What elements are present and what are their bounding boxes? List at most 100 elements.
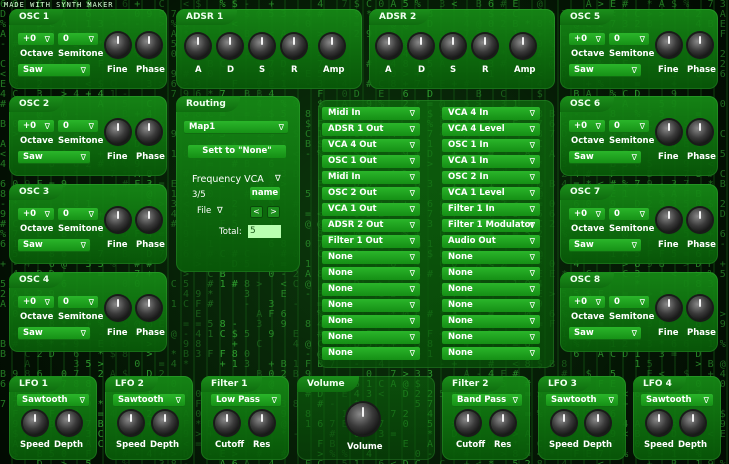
route-select[interactable]: None ∇ (322, 283, 420, 296)
prev-button[interactable]: < (250, 206, 263, 218)
route-select[interactable]: Filter 1 In ∇ (442, 203, 540, 216)
next-button[interactable]: > (267, 206, 280, 218)
filter1-res-knob[interactable] (250, 411, 274, 435)
lfo-wave-select[interactable]: Sawtooth ∇ (17, 394, 89, 407)
semitone-select[interactable]: 0 ∇ (58, 296, 98, 309)
route-select[interactable]: VCA 4 Level ∇ (442, 123, 540, 136)
fine-knob[interactable] (657, 33, 681, 57)
octave-select[interactable]: +0 ∇ (569, 33, 605, 46)
phase-knob[interactable] (137, 33, 161, 57)
semitone-select[interactable]: 0 ∇ (609, 296, 649, 309)
lfo-wave-select[interactable]: Sawtooth ∇ (546, 394, 618, 407)
semitone-select[interactable]: 0 ∇ (609, 33, 649, 46)
filter1-cutoff-knob[interactable] (215, 411, 239, 435)
lfo-depth-knob[interactable] (153, 411, 177, 435)
route-select[interactable]: VCA 1 Out ∇ (322, 203, 420, 216)
route-select[interactable]: OSC 2 Out ∇ (322, 187, 420, 200)
waveform-select[interactable]: Saw ∇ (18, 327, 90, 340)
semitone-select[interactable]: 0 ∇ (58, 120, 98, 133)
adsr1-sustain-knob[interactable] (250, 34, 274, 58)
route-select[interactable]: ADSR 2 Out ∇ (322, 219, 420, 232)
route-select[interactable]: None ∇ (322, 299, 420, 312)
filter1-type-select[interactable]: Low Pass ∇ (211, 394, 281, 407)
route-select[interactable]: None ∇ (322, 315, 420, 328)
route-select[interactable]: None ∇ (442, 331, 540, 344)
semitone-select[interactable]: 0 ∇ (609, 120, 649, 133)
route-select[interactable]: None ∇ (322, 331, 420, 344)
adsr2-sustain-knob[interactable] (441, 34, 465, 58)
lfo-depth-knob[interactable] (586, 411, 610, 435)
phase-knob[interactable] (688, 208, 712, 232)
routing-map-select[interactable]: Map1 ∇ (184, 121, 288, 134)
lfo-depth-knob[interactable] (57, 411, 81, 435)
adsr1-release-knob[interactable] (282, 34, 306, 58)
phase-knob[interactable] (137, 208, 161, 232)
set-to-none-button[interactable]: Sett to "None" (188, 145, 286, 158)
adsr1-amp-knob[interactable] (320, 34, 344, 58)
route-select[interactable]: None ∇ (442, 299, 540, 312)
fine-knob[interactable] (657, 120, 681, 144)
waveform-select[interactable]: Saw ∇ (569, 64, 641, 77)
route-select[interactable]: None ∇ (322, 251, 420, 264)
total-input[interactable]: 5 (248, 225, 281, 238)
route-select[interactable]: None ∇ (322, 267, 420, 280)
lfo-wave-select[interactable]: Sawtooth ∇ (113, 394, 185, 407)
phase-knob[interactable] (688, 120, 712, 144)
phase-knob[interactable] (688, 296, 712, 320)
phase-knob[interactable] (137, 296, 161, 320)
adsr2-release-knob[interactable] (473, 34, 497, 58)
octave-select[interactable]: +0 ∇ (18, 208, 54, 221)
route-select[interactable]: None ∇ (322, 347, 420, 360)
semitone-select[interactable]: 0 ∇ (609, 208, 649, 221)
route-select[interactable]: VCA 1 Level ∇ (442, 187, 540, 200)
filter2-type-select[interactable]: Band Pass ∇ (452, 394, 522, 407)
route-select[interactable]: None ∇ (442, 347, 540, 360)
waveform-select[interactable]: Saw ∇ (569, 239, 641, 252)
lfo-depth-knob[interactable] (681, 411, 705, 435)
route-select[interactable]: None ∇ (442, 283, 540, 296)
fine-knob[interactable] (657, 208, 681, 232)
route-select[interactable]: Midi In ∇ (322, 107, 420, 120)
route-select[interactable]: Midi In ∇ (322, 171, 420, 184)
octave-select[interactable]: +0 ∇ (18, 120, 54, 133)
waveform-select[interactable]: Saw ∇ (18, 64, 90, 77)
fine-knob[interactable] (106, 33, 130, 57)
adsr1-attack-knob[interactable] (186, 34, 210, 58)
filter2-cutoff-knob[interactable] (456, 411, 480, 435)
chevron-down-icon[interactable]: ∇ (217, 206, 223, 216)
route-select[interactable]: None ∇ (442, 267, 540, 280)
waveform-select[interactable]: Saw ∇ (18, 151, 90, 164)
octave-select[interactable]: +0 ∇ (569, 208, 605, 221)
adsr2-amp-knob[interactable] (511, 34, 535, 58)
chevron-down-icon[interactable]: ∇ (275, 174, 281, 184)
waveform-select[interactable]: Saw ∇ (569, 327, 641, 340)
adsr2-attack-knob[interactable] (377, 34, 401, 58)
route-select[interactable]: ADSR 1 Out ∇ (322, 123, 420, 136)
octave-select[interactable]: +0 ∇ (569, 296, 605, 309)
route-select[interactable]: Filter 1 Out ∇ (322, 235, 420, 248)
phase-knob[interactable] (688, 33, 712, 57)
volume-knob[interactable] (347, 403, 379, 435)
lfo-speed-knob[interactable] (647, 411, 671, 435)
semitone-select[interactable]: 0 ∇ (58, 208, 98, 221)
route-select[interactable]: VCA 1 In ∇ (442, 155, 540, 168)
lfo-speed-knob[interactable] (552, 411, 576, 435)
adsr1-decay-knob[interactable] (218, 34, 242, 58)
name-button[interactable]: name (250, 187, 280, 200)
semitone-select[interactable]: 0 ∇ (58, 33, 98, 46)
lfo-speed-knob[interactable] (119, 411, 143, 435)
filter2-res-knob[interactable] (491, 411, 515, 435)
route-select[interactable]: VCA 4 In ∇ (442, 107, 540, 120)
route-select[interactable]: OSC 2 In ∇ (442, 171, 540, 184)
route-select[interactable]: OSC 1 Out ∇ (322, 155, 420, 168)
route-select[interactable]: None ∇ (442, 315, 540, 328)
adsr2-decay-knob[interactable] (409, 34, 433, 58)
octave-select[interactable]: +0 ∇ (18, 296, 54, 309)
file-menu-label[interactable]: File (197, 206, 211, 216)
route-select[interactable]: Audio Out ∇ (442, 235, 540, 248)
fine-knob[interactable] (106, 120, 130, 144)
lfo-wave-select[interactable]: Sawtooth ∇ (641, 394, 713, 407)
lfo-speed-knob[interactable] (23, 411, 47, 435)
fine-knob[interactable] (106, 208, 130, 232)
phase-knob[interactable] (137, 120, 161, 144)
